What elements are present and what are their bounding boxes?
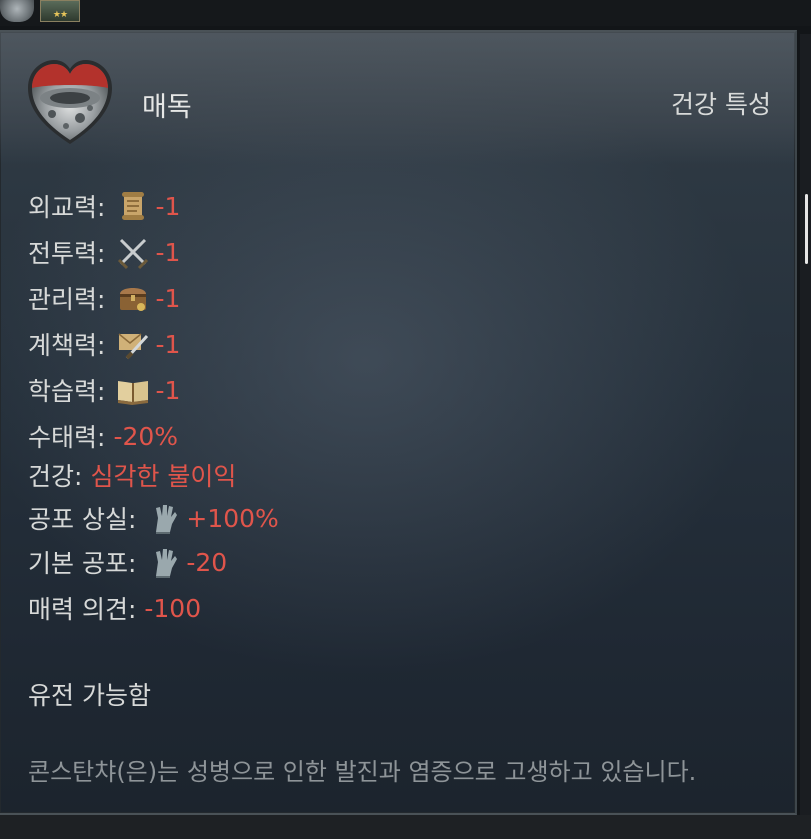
stat-health: 건강: 심각한 불이익 (28, 457, 236, 493)
treasure-chest-icon (115, 280, 151, 316)
stat-value: -1 (155, 283, 181, 313)
stat-value: 심각한 불이익 (90, 462, 237, 491)
stat-attraction-opinion: 매력 의견: -100 (28, 590, 201, 626)
side-scrollbar[interactable] (800, 34, 811, 834)
stat-label: 전투력: (28, 239, 106, 268)
gauntlet-icon (146, 500, 182, 536)
stat-fertility: 수태력: -20% (28, 418, 178, 454)
stat-value: -20 (186, 547, 228, 577)
open-book-icon (115, 372, 151, 408)
stat-value: +100% (186, 503, 279, 533)
crossed-swords-icon (115, 234, 151, 270)
trait-tooltip: 매독 건강 특성 외교력: -1 전투력: -1 관리력: -1 계책력: -1… (0, 30, 797, 815)
stat-dread-loss: 공포 상실: +100% (28, 500, 279, 536)
portrait-frame-icon[interactable] (0, 0, 34, 22)
stat-label: 외교력: (28, 193, 106, 222)
trait-category: 건강 특성 (671, 90, 771, 119)
stat-value: -1 (155, 329, 181, 359)
stat-label: 기본 공포: (28, 549, 137, 578)
stat-label: 매력 의견: (28, 595, 137, 624)
syphilis-heart-icon (22, 54, 118, 150)
trait-description: 콘스탄챠(은)는 성병으로 인한 발진과 염증으로 고생하고 있습니다. (28, 758, 697, 786)
inheritable-label: 유전 가능함 (28, 681, 151, 710)
stat-stewardship: 관리력: -1 (28, 280, 180, 316)
stat-label: 공포 상실: (28, 505, 137, 534)
stat-label: 건강: (28, 462, 83, 491)
top-bar: ★★ (0, 0, 811, 26)
stat-value: -1 (155, 191, 181, 221)
stat-value: -1 (155, 237, 181, 267)
bottom-bar (0, 815, 811, 839)
stat-learning: 학습력: -1 (28, 372, 180, 408)
gauntlet-icon (146, 544, 182, 580)
scroll-icon (115, 188, 151, 224)
stat-martial: 전투력: -1 (28, 234, 180, 270)
stat-base-dread: 기본 공포: -20 (28, 544, 227, 580)
stat-label: 관리력: (28, 285, 106, 314)
trait-name: 매독 (142, 92, 192, 123)
stat-value: -1 (155, 375, 181, 405)
stat-label: 계책력: (28, 331, 106, 360)
stat-label: 학습력: (28, 377, 106, 406)
stat-value: -20% (113, 421, 179, 451)
stat-value: -100 (144, 593, 202, 623)
rank-badge-icon[interactable]: ★★ (40, 0, 80, 22)
rank-stars: ★★ (52, 10, 68, 20)
stat-diplomacy: 외교력: -1 (28, 188, 180, 224)
stat-label: 수태력: (28, 423, 106, 452)
letter-dagger-icon (115, 326, 151, 362)
stat-intrigue: 계책력: -1 (28, 326, 180, 362)
